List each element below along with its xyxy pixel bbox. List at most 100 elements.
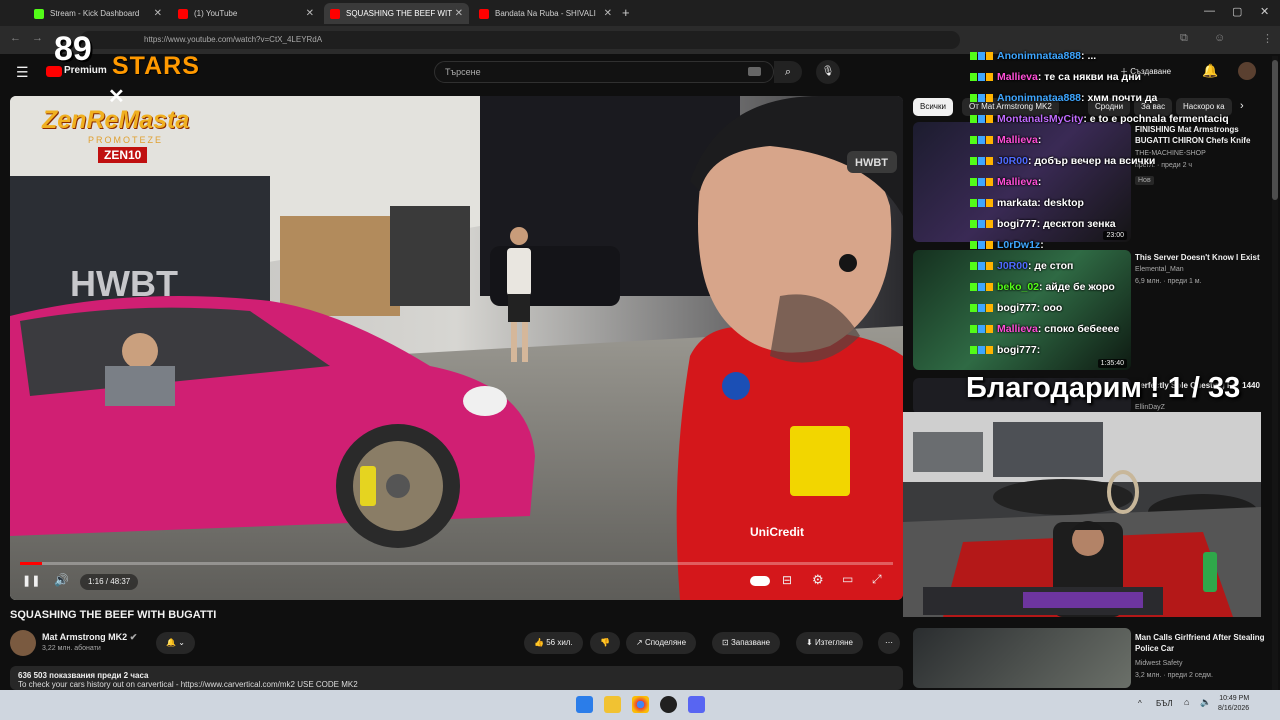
chat-username[interactable]: markata <box>997 197 1037 209</box>
network-icon[interactable]: ⌂ <box>1184 697 1189 707</box>
profile-icon[interactable]: ☺ <box>1214 32 1225 44</box>
tab-bandata[interactable]: Bandata Na Ruba - SHIVALI ✕ <box>473 3 618 24</box>
search-input[interactable]: Търсене <box>434 61 774 83</box>
close-window-button[interactable]: ✕ <box>1260 5 1269 18</box>
chat-badge-icon <box>986 157 993 166</box>
fullscreen-icon[interactable]: ⤢ <box>872 572 882 587</box>
video-thumbnail[interactable] <box>913 628 1131 688</box>
time-display: 1:16 / 48:37 <box>80 574 139 590</box>
recommended-video[interactable]: Man Calls Girlfriend After Stealing Poli… <box>913 628 1275 688</box>
channel-name[interactable]: Mat Armstrong MK2 ✔ <box>42 632 137 643</box>
chat-username[interactable]: bogi777 <box>997 344 1037 356</box>
chat-username[interactable]: MontanalsMyCity <box>997 113 1083 125</box>
keyboard-icon[interactable] <box>748 67 761 76</box>
recommended-video[interactable]: 1:35:40 This Server Doesn't Know I Exist… <box>913 250 1275 374</box>
description-first-line: To check your cars history out on carver… <box>18 680 358 689</box>
chat-message-text: : <box>1040 239 1044 251</box>
autoplay-toggle[interactable] <box>750 576 770 586</box>
close-icon[interactable]: ✕ <box>154 8 162 19</box>
sponsor-subtitle: PROMOTEZE <box>88 135 164 145</box>
chat-message: Anonimnataa888: ... <box>970 50 1096 62</box>
chat-username[interactable]: J0R00 <box>997 260 1028 272</box>
settings-gear-icon[interactable]: ⚙ <box>812 572 824 588</box>
volume-icon[interactable]: 🔊 <box>54 573 69 587</box>
recommended-title[interactable]: Man Calls Girlfriend After Stealing Poli… <box>1135 632 1275 654</box>
chat-message: J0R00: добър вечер на всички <box>970 155 1155 167</box>
recommended-title[interactable]: This Server Doesn't Know I Exist <box>1135 252 1275 263</box>
close-icon[interactable]: ✕ <box>455 8 463 19</box>
system-clock[interactable]: 10:49 PM 8/16/2026 <box>1218 694 1249 714</box>
more-actions-button[interactable]: ⋯ <box>878 632 900 654</box>
share-button[interactable]: ↗ Споделяне <box>626 632 697 654</box>
language-indicator[interactable]: БЪЛ <box>1156 699 1173 708</box>
chat-badge-icon <box>970 304 977 313</box>
close-icon[interactable]: ✕ <box>306 8 314 19</box>
chat-username[interactable]: bogi777 <box>997 218 1037 230</box>
tab-youtube[interactable]: (1) YouTube ✕ <box>172 3 320 24</box>
menu-dots-icon[interactable]: ⋮ <box>1262 32 1273 45</box>
description-box[interactable]: 636 503 показвания преди 2 часа To check… <box>10 666 903 690</box>
speaker-icon[interactable]: 🔈 <box>1200 697 1211 708</box>
forward-icon[interactable]: → <box>32 32 43 44</box>
obs-icon[interactable] <box>660 696 677 713</box>
recommended-title[interactable]: FINISHING Mat Armstrongs BUGATTI CHIRON … <box>1135 124 1275 146</box>
start-menu-icon[interactable] <box>576 696 593 713</box>
chat-badge-icon <box>986 73 993 82</box>
chevron-right-icon[interactable]: › <box>1240 100 1244 112</box>
account-avatar[interactable] <box>1238 62 1256 80</box>
recommended-channel[interactable]: Elemental_Man <box>1135 266 1184 273</box>
url-input[interactable]: https://www.youtube.com/watch?v=CtX_4LEY… <box>80 31 960 49</box>
chat-username[interactable]: Mallieva <box>997 134 1038 146</box>
chat-badge-icon <box>986 241 993 250</box>
pause-icon[interactable]: ❚❚ <box>22 574 40 587</box>
channel-avatar[interactable] <box>10 630 36 656</box>
theater-mode-icon[interactable]: ▭ <box>842 572 853 586</box>
hamburger-menu-icon[interactable]: ☰ <box>16 64 29 81</box>
discord-icon[interactable] <box>688 696 705 713</box>
mic-button[interactable]: 🎙 <box>816 60 840 84</box>
chat-username[interactable]: bogi777 <box>997 302 1037 314</box>
file-explorer-icon[interactable] <box>604 696 621 713</box>
chat-username[interactable]: Mallieva <box>997 176 1038 188</box>
tab-kick-dashboard[interactable]: Stream - Kick Dashboard ✕ <box>28 3 168 24</box>
new-tab-button[interactable]: + <box>622 5 630 20</box>
video-progress-bar[interactable] <box>20 562 893 565</box>
subscribe-bell-button[interactable]: 🔔 ⌄ <box>156 632 195 654</box>
maximize-button[interactable]: ▢ <box>1232 5 1242 18</box>
search-button[interactable]: ⌕ <box>774 61 802 83</box>
chat-username[interactable]: Anonimnataa888 <box>997 92 1081 104</box>
back-icon[interactable]: ← <box>10 32 21 44</box>
chrome-icon[interactable] <box>632 696 649 713</box>
extensions-icon[interactable]: ⧉ <box>1180 32 1188 45</box>
chat-username[interactable]: J0R00 <box>997 155 1028 167</box>
chat-username[interactable]: Mallieva <box>997 323 1038 335</box>
chat-badge-icon <box>978 52 985 61</box>
close-icon[interactable]: ✕ <box>604 8 612 19</box>
chat-username[interactable]: beko_02 <box>997 281 1039 293</box>
chat-username[interactable]: L0rDw1z <box>997 239 1040 251</box>
dislike-button[interactable]: 👎 <box>590 632 620 654</box>
minimize-button[interactable]: — <box>1204 5 1215 17</box>
search-icon: ⌕ <box>784 66 792 78</box>
like-button[interactable]: 👍 56 хил. <box>524 632 583 654</box>
chat-username[interactable]: Mallieva <box>997 71 1038 83</box>
save-button[interactable]: ⊡ Запазване <box>712 632 781 654</box>
chat-message-text: : те са някви на дни <box>1037 71 1142 83</box>
chat-badge-icon <box>986 346 993 355</box>
chip-all[interactable]: Всички <box>913 98 953 116</box>
recommended-channel[interactable]: Midwest Safety <box>1135 660 1182 667</box>
recommended-channel[interactable]: EllinDayZ <box>1135 404 1165 411</box>
chat-message: Mallieva: споко бебееее <box>970 323 1119 335</box>
download-button[interactable]: ⬇ Изтегляне <box>796 632 863 654</box>
subtitles-icon[interactable]: ⊟ <box>782 573 792 587</box>
tab-current-video[interactable]: SQUASHING THE BEEF WIT ✕ <box>324 3 469 24</box>
scrollbar-thumb[interactable] <box>1272 60 1278 200</box>
chat-badge-icon <box>978 94 985 103</box>
chat-message: L0rDw1z: <box>970 239 1044 251</box>
notifications-bell-icon[interactable]: 🔔 <box>1202 63 1218 79</box>
more-dots-icon: ⋯ <box>885 638 893 647</box>
verified-icon: ✔ <box>129 632 138 642</box>
tray-chevron-up-icon[interactable]: ^ <box>1138 699 1142 708</box>
chat-username[interactable]: Anonimnataa888 <box>997 50 1081 62</box>
download-icon: ⬇ <box>806 638 813 647</box>
